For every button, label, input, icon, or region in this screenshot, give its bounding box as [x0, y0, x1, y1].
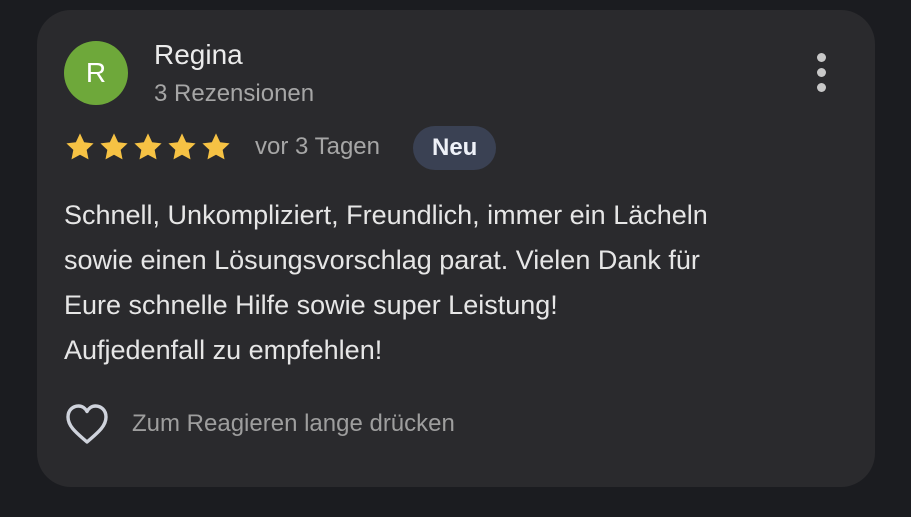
react-hint: Zum Reagieren lange drücken: [132, 410, 455, 437]
star-icon: [168, 133, 196, 160]
star-rating: [64, 131, 232, 163]
more-vertical-icon-dot: [816, 82, 826, 92]
author-name[interactable]: Regina: [154, 38, 243, 72]
star-icon: [100, 133, 128, 160]
author-review-count: 3 Rezensionen: [154, 80, 315, 107]
avatar[interactable]: R: [64, 41, 128, 105]
star-icon: [202, 133, 230, 160]
review-text: Schnell, Unkompliziert, Freundlich, imme…: [64, 200, 708, 365]
more-vertical-icon-dot: [816, 67, 826, 77]
heart-outline-icon[interactable]: [64, 402, 110, 446]
new-badge: Neu: [413, 126, 497, 170]
star-icon: [134, 133, 162, 160]
review-date: vor 3 Tagen: [255, 133, 380, 160]
review-card: R Regina 3 Rezensionen vor 3 Tagen Neu S…: [37, 10, 875, 487]
more-options-button[interactable]: [805, 48, 837, 96]
star-icon: [66, 133, 94, 160]
more-vertical-icon: [816, 52, 826, 62]
